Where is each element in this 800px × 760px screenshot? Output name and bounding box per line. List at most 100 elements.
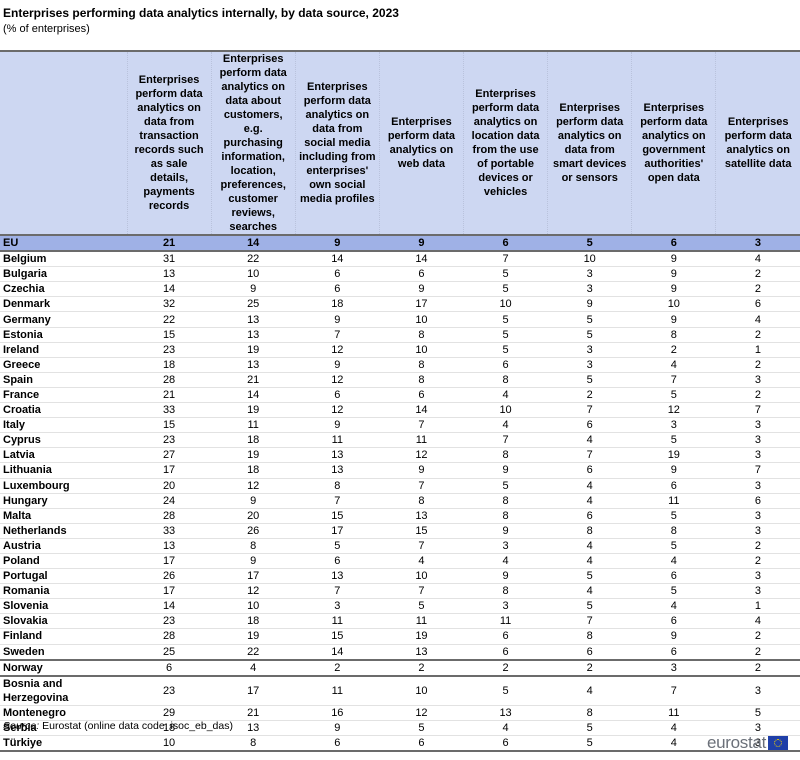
cell-value: 4 [631, 553, 716, 570]
row-label: Austria [0, 538, 127, 554]
cell-value: 4 [379, 553, 464, 570]
cell-value: 10 [127, 735, 212, 752]
cell-value: 7 [295, 583, 380, 600]
cell-value: 8 [547, 628, 632, 645]
cell-value: 11 [295, 674, 380, 706]
column-header: Enterprises perform data analytics on sa… [715, 50, 800, 235]
cell-value: 19 [631, 447, 716, 464]
cell-value: 6 [295, 387, 380, 404]
row-label: Cyprus [0, 432, 127, 449]
table-row: Romania 17 12 7 7 8 4 5 3 [0, 583, 800, 600]
cell-value: 9 [379, 281, 464, 298]
cell-value: 11 [295, 432, 380, 449]
cell-value: 2 [631, 342, 716, 358]
cell-value: 3 [547, 357, 632, 373]
header-row: Enterprises perform data analytics on da… [0, 50, 800, 235]
cell-value: 13 [127, 266, 212, 283]
cell-value: 19 [211, 628, 296, 645]
cell-value: 2 [715, 538, 800, 554]
cell-value: 11 [631, 705, 716, 721]
table-row: Croatia 33 19 12 14 10 7 12 7 [0, 402, 800, 419]
cell-value: 6 [547, 644, 632, 661]
cell-value: 7 [631, 674, 716, 706]
cell-value: 4 [631, 357, 716, 373]
cell-value: 12 [211, 478, 296, 494]
cell-value: 13 [295, 568, 380, 585]
cell-value: 4 [547, 493, 632, 509]
cell-value: 2 [715, 644, 800, 661]
cell-value: 14 [127, 598, 212, 615]
cell-value: 11 [631, 493, 716, 509]
cell-value: 5 [547, 568, 632, 585]
cell-value: 22 [127, 311, 212, 328]
cell-value: 15 [379, 523, 464, 539]
cell-value: 25 [211, 296, 296, 313]
cell-value: 18 [127, 357, 212, 373]
cell-value: 8 [379, 493, 464, 509]
row-label: France [0, 387, 127, 404]
cell-value: 5 [631, 583, 716, 600]
cell-value: 6 [379, 735, 464, 752]
cell-value: 5 [715, 705, 800, 721]
cell-value: 12 [379, 447, 464, 464]
cell-value: 8 [295, 478, 380, 494]
cell-value: 6 [547, 508, 632, 524]
cell-value: 3 [631, 658, 716, 677]
cell-value: 8 [463, 493, 548, 509]
cell-value: 8 [547, 705, 632, 721]
cell-value: 5 [547, 598, 632, 615]
cell-value: 2 [715, 281, 800, 298]
cell-value: 5 [463, 327, 548, 343]
cell-value: 18 [211, 432, 296, 449]
row-label: Netherlands [0, 523, 127, 539]
cell-value: 32 [127, 296, 212, 313]
cell-value: 15 [127, 327, 212, 343]
cell-value: 2 [715, 387, 800, 404]
cell-value: 21 [127, 233, 212, 253]
cell-value: 5 [547, 735, 632, 752]
column-header [0, 50, 127, 235]
cell-value: 9 [295, 311, 380, 328]
cell-value: 17 [127, 462, 212, 479]
cell-value: 13 [379, 644, 464, 661]
cell-value: 3 [715, 583, 800, 600]
cell-value: 4 [631, 735, 716, 752]
table-row: Slovenia 14 10 3 5 3 5 4 1 [0, 598, 800, 615]
data-table: Enterprises perform data analytics on da… [0, 50, 800, 752]
cell-value: 19 [211, 402, 296, 419]
cell-value: 3 [547, 342, 632, 358]
cell-value: 19 [379, 628, 464, 645]
cell-value: 10 [379, 674, 464, 706]
row-label: Estonia [0, 327, 127, 343]
cell-value: 6 [463, 644, 548, 661]
cell-value: 14 [211, 387, 296, 404]
cell-value: 3 [715, 432, 800, 449]
cell-value: 5 [547, 327, 632, 343]
row-label: EU [0, 233, 127, 253]
table-row: Finland 28 19 15 19 6 8 9 2 [0, 628, 800, 645]
cell-value: 12 [211, 583, 296, 600]
cell-value: 6 [463, 628, 548, 645]
row-label: Bosnia and Herzegovina [0, 674, 127, 706]
table-row: Norway 6 4 2 2 2 2 3 2 [0, 658, 800, 677]
cell-value: 9 [631, 281, 716, 298]
row-label: Luxembourg [0, 478, 127, 494]
cell-value: 5 [547, 233, 632, 253]
cell-value: 9 [379, 462, 464, 479]
cell-value: 3 [715, 508, 800, 524]
cell-value: 23 [127, 613, 212, 630]
cell-value: 4 [715, 251, 800, 268]
row-label: Belgium [0, 251, 127, 268]
cell-value: 33 [127, 402, 212, 419]
cell-value: 7 [379, 538, 464, 554]
cell-value: 4 [547, 553, 632, 570]
cell-value: 19 [211, 447, 296, 464]
cell-value: 14 [127, 281, 212, 298]
cell-value: 21 [127, 387, 212, 404]
cell-value: 6 [295, 735, 380, 752]
cell-value: 10 [211, 598, 296, 615]
cell-value: 13 [295, 462, 380, 479]
column-header: Enterprises perform data analytics on da… [294, 50, 380, 235]
table-row: Cyprus 23 18 11 11 7 4 5 3 [0, 432, 800, 449]
cell-value: 5 [463, 281, 548, 298]
